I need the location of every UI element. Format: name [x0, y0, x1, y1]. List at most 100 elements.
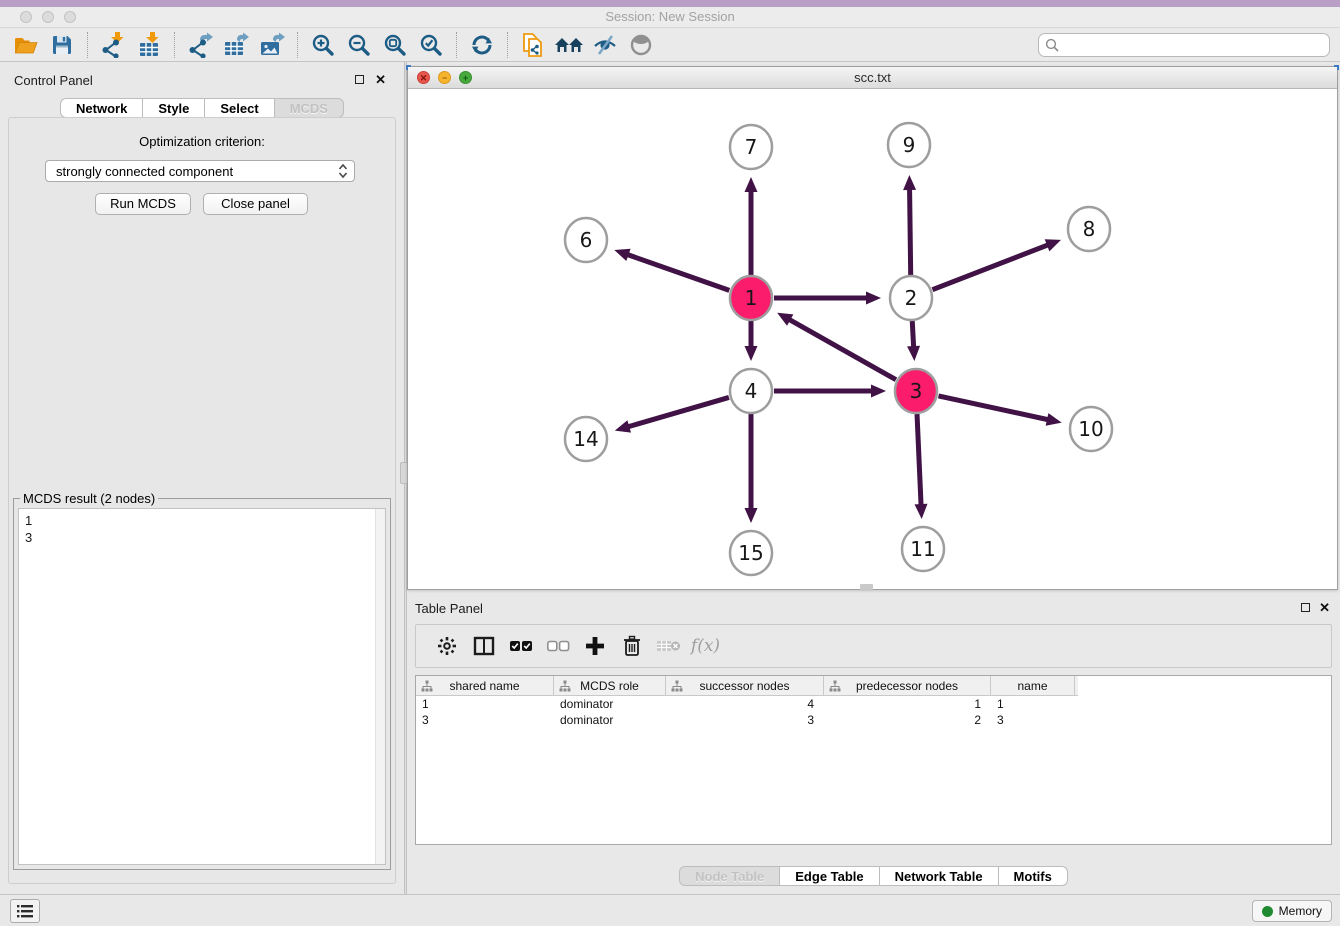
graph-edge-2-8[interactable] [932, 239, 1061, 289]
table-cell[interactable]: dominator [554, 712, 666, 728]
table-cell[interactable]: 1 [824, 696, 991, 712]
table-cell[interactable]: 3 [991, 712, 1075, 728]
float-control-panel-button[interactable] [355, 75, 364, 84]
import-table-button[interactable] [131, 30, 167, 60]
function-builder-button[interactable]: f(x) [687, 629, 724, 663]
graph-node-14[interactable]: 14 [565, 417, 607, 461]
search-input[interactable] [1038, 33, 1330, 57]
graph-node-10[interactable]: 10 [1070, 407, 1112, 451]
close-panel-button[interactable]: Close panel [203, 193, 308, 215]
close-table-panel-button[interactable]: ✕ [1319, 602, 1330, 614]
add-row-button[interactable] [576, 629, 613, 663]
import-network-button[interactable] [95, 30, 131, 60]
minimize-network-button[interactable]: − [438, 71, 451, 84]
graph-edge-1-6[interactable] [614, 249, 729, 291]
select-all-button[interactable] [502, 629, 539, 663]
tab-node-table[interactable]: Node Table [679, 866, 780, 886]
tab-network[interactable]: Network [60, 98, 143, 118]
column-header-shared-name[interactable]: shared name [416, 676, 554, 695]
float-table-panel-button[interactable] [1301, 603, 1310, 612]
export-table-button[interactable] [218, 30, 254, 60]
column-header-predecessor-nodes[interactable]: predecessor nodes [824, 676, 991, 695]
zoom-window-button[interactable] [64, 11, 76, 23]
table-cell[interactable]: 3 [416, 712, 554, 728]
memory-button[interactable]: Memory [1252, 900, 1332, 922]
table-settings-button[interactable] [428, 629, 465, 663]
toolbar-separator [297, 32, 298, 58]
zoom-fit-button[interactable] [377, 30, 413, 60]
deselect-all-button[interactable] [539, 629, 576, 663]
network-canvas[interactable]: 1 2 3 4 6 7 8 9 10 11 14 15 [408, 89, 1337, 589]
table-cell[interactable]: 1 [416, 696, 554, 712]
network-window: ✕ − + scc.txt 1 2 3 4 6 7 8 9 10 11 14 15 [407, 66, 1338, 590]
graph-node-11[interactable]: 11 [902, 527, 944, 571]
network-resize-handle[interactable] [860, 584, 873, 591]
graph-edge-4-15[interactable] [745, 414, 758, 523]
close-network-button[interactable]: ✕ [417, 71, 430, 84]
column-header-mcds-role[interactable]: MCDS role [554, 676, 666, 695]
graph-node-4[interactable]: 4 [730, 369, 772, 413]
export-image-button[interactable] [254, 30, 290, 60]
zoom-selected-button[interactable] [413, 30, 449, 60]
hide-graphics-details-button[interactable] [587, 30, 623, 60]
export-network-button[interactable] [182, 30, 218, 60]
graph-edge-3-1[interactable] [777, 313, 896, 380]
desktop-background-strip [0, 0, 1340, 7]
graph-node-8[interactable]: 8 [1068, 207, 1110, 251]
minimize-window-button[interactable] [42, 11, 54, 23]
open-session-button[interactable] [8, 30, 44, 60]
graph-edge-2-9[interactable] [903, 175, 916, 275]
zoom-in-icon [311, 33, 335, 57]
graph-edge-3-10[interactable] [938, 396, 1061, 426]
table-cell[interactable]: 4 [666, 696, 824, 712]
table-row[interactable]: 3dominator323 [416, 712, 1331, 728]
delete-table-button[interactable] [650, 629, 687, 663]
graph-edge-1-7[interactable] [745, 177, 758, 275]
graph-edge-4-14[interactable] [615, 397, 729, 432]
graph-edge-1-2[interactable] [774, 292, 881, 305]
mcds-result-list[interactable]: 13 [18, 508, 386, 865]
close-window-button[interactable] [20, 11, 32, 23]
graph-edge-2-3[interactable] [907, 321, 920, 361]
tab-mcds[interactable]: MCDS [274, 98, 344, 118]
show-column-button[interactable] [465, 629, 502, 663]
tab-select[interactable]: Select [204, 98, 274, 118]
first-neighbors-button[interactable] [551, 30, 587, 60]
refresh-button[interactable] [464, 30, 500, 60]
graph-edge-3-11[interactable] [915, 414, 928, 519]
table-cell[interactable]: 2 [824, 712, 991, 728]
tab-edge-table[interactable]: Edge Table [779, 866, 879, 886]
graph-node-9[interactable]: 9 [888, 123, 930, 167]
run-mcds-button[interactable]: Run MCDS [95, 193, 191, 215]
zoom-out-button[interactable] [341, 30, 377, 60]
table-cell[interactable]: 3 [666, 712, 824, 728]
column-header-name[interactable]: name [991, 676, 1075, 695]
task-history-button[interactable] [10, 899, 40, 923]
tab-style[interactable]: Style [142, 98, 205, 118]
tab-motifs[interactable]: Motifs [998, 866, 1068, 886]
table-cell[interactable]: 1 [991, 696, 1075, 712]
graph-node-2[interactable]: 2 [890, 276, 932, 320]
network-window-titlebar[interactable]: ✕ − + scc.txt [408, 67, 1337, 89]
graph-edge-1-4[interactable] [745, 321, 758, 361]
graph-node-7[interactable]: 7 [730, 125, 772, 169]
close-control-panel-button[interactable]: ✕ [375, 74, 386, 86]
column-header-successor-nodes[interactable]: successor nodes [666, 676, 824, 695]
optimization-criterion-select[interactable]: strongly connected component [45, 160, 355, 182]
table-row[interactable]: 1dominator411 [416, 696, 1331, 712]
graph-node-3[interactable]: 3 [895, 369, 937, 413]
duplicate-network-button[interactable] [515, 30, 551, 60]
delete-row-button[interactable] [613, 629, 650, 663]
graph-edge-4-3[interactable] [774, 385, 886, 398]
chevron-up-down-icon [338, 163, 348, 179]
result-scrollbar[interactable] [375, 509, 385, 864]
zoom-in-button[interactable] [305, 30, 341, 60]
graph-node-6[interactable]: 6 [565, 218, 607, 262]
table-cell[interactable]: dominator [554, 696, 666, 712]
graph-node-15[interactable]: 15 [730, 531, 772, 575]
graph-node-1[interactable]: 1 [730, 276, 772, 320]
tab-network-table[interactable]: Network Table [879, 866, 999, 886]
show-graphics-details-button[interactable] [623, 30, 659, 60]
save-session-button[interactable] [44, 30, 80, 60]
maximize-network-button[interactable]: + [459, 71, 472, 84]
